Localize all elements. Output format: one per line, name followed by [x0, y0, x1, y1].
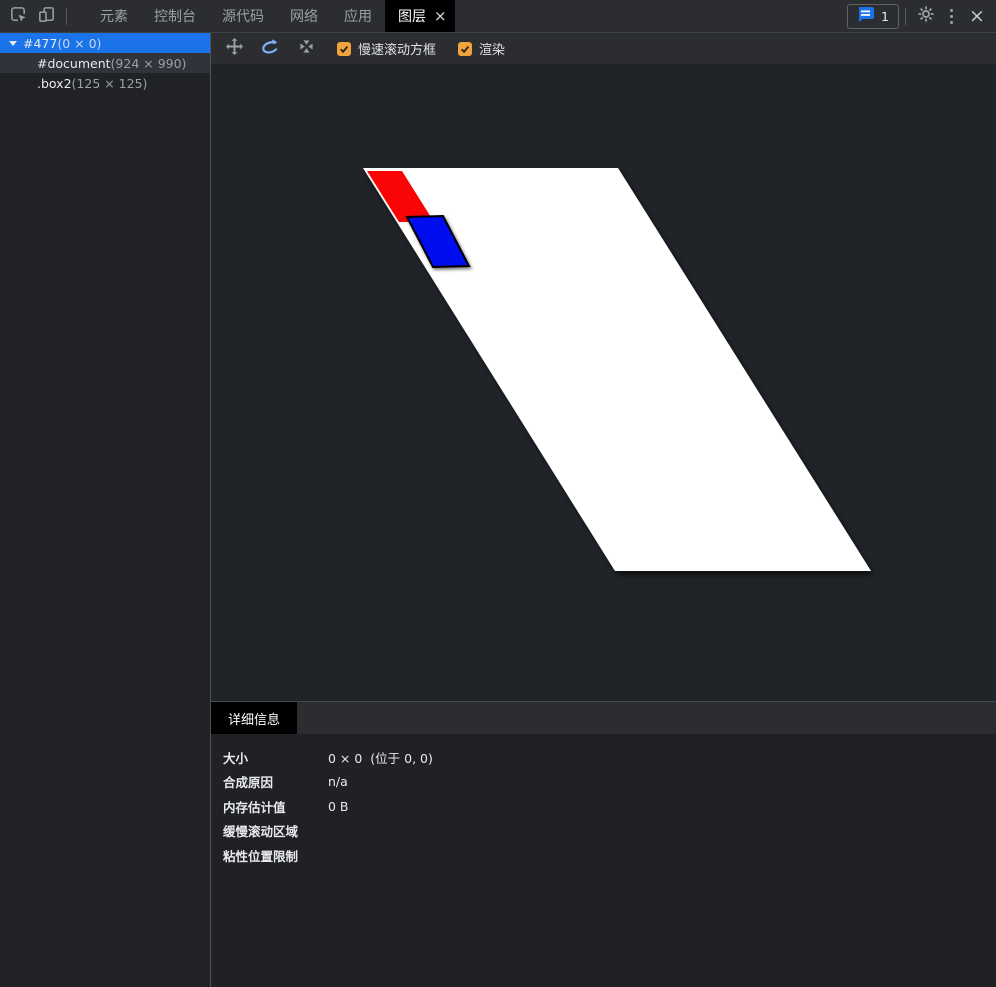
toolbar-divider-right — [905, 8, 906, 25]
device-toolbar-button[interactable] — [32, 3, 60, 29]
slow-scroll-rects-label: 慢速滚动方框 — [358, 39, 436, 58]
toolbar-divider — [66, 8, 67, 25]
slow-scroll-rects-toggle[interactable]: 慢速滚动方框 — [337, 39, 436, 58]
tab-application[interactable]: 应用 — [331, 0, 385, 32]
layers-tree-sidebar: #477(0 × 0) #document(924 × 990) .box2(1… — [0, 33, 211, 987]
layer-name: #document — [37, 56, 111, 71]
detail-label: 合成原因 — [223, 772, 328, 791]
issues-bubble-icon — [857, 7, 874, 26]
paints-label: 渲染 — [479, 39, 505, 58]
settings-button[interactable] — [912, 3, 940, 29]
layers-view-toolbar: 慢速滚动方框 渲染 — [211, 33, 996, 65]
panel-tabs: 元素 控制台 源代码 网络 应用 图层 × — [87, 0, 455, 32]
details-content: 大小 0 × 0 (位于 0, 0) 合成原因 n/a 内存估计值 0 B 缓慢… — [211, 734, 996, 868]
tab-layers[interactable]: 图层 × — [385, 0, 455, 32]
issues-counter-button[interactable]: 1 — [847, 4, 899, 29]
layer-tree-row-document[interactable]: #document(924 × 990) — [0, 53, 210, 73]
detail-value: n/a — [328, 774, 348, 789]
paints-toggle[interactable]: 渲染 — [458, 39, 505, 58]
tab-sources[interactable]: 源代码 — [209, 0, 277, 32]
tree-expand-caret-icon[interactable] — [9, 41, 17, 46]
detail-value: 0 × 0 (位于 0, 0) — [328, 748, 433, 767]
layer-dimensions: (0 × 0) — [57, 36, 101, 51]
details-tabstrip: 详细信息 — [211, 702, 996, 734]
tab-layers-label: 图层 — [398, 6, 426, 26]
close-devtools-button[interactable]: × — [962, 3, 992, 29]
layers-3d-canvas[interactable] — [211, 66, 996, 701]
inspect-element-button[interactable] — [4, 3, 32, 29]
devtools-window: 元素 控制台 源代码 网络 应用 图层 × 1 — [0, 0, 996, 987]
detail-label: 粘性位置限制 — [223, 846, 328, 865]
pan-move-icon — [225, 37, 244, 60]
detail-label: 内存估计值 — [223, 797, 328, 816]
layers-3d-scene — [211, 66, 996, 701]
rotate-3d-icon — [260, 37, 280, 61]
layer-name: .box2 — [37, 76, 72, 91]
gear-icon — [917, 5, 935, 27]
detail-row-compositing-reason: 合成原因 n/a — [223, 770, 996, 795]
layer-tree-row-box2[interactable]: .box2(125 × 125) — [0, 73, 210, 93]
layer-dimensions: (924 × 990) — [111, 56, 187, 71]
checkbox-checked-icon[interactable] — [458, 42, 472, 56]
tab-elements[interactable]: 元素 — [87, 0, 141, 32]
detail-row-memory-estimate: 内存估计值 0 B — [223, 794, 996, 819]
rotate-mode-button[interactable] — [257, 37, 283, 61]
issues-count: 1 — [881, 9, 889, 24]
reset-view-button[interactable] — [293, 37, 319, 61]
layer-tree-row-root[interactable]: #477(0 × 0) — [0, 33, 210, 53]
detail-row-slow-scroll-regions: 缓慢滚动区域 — [223, 819, 996, 844]
detail-row-size: 大小 0 × 0 (位于 0, 0) — [223, 745, 996, 770]
detail-value: 0 B — [328, 799, 349, 814]
detail-label: 大小 — [223, 748, 328, 767]
checkbox-checked-icon[interactable] — [337, 42, 351, 56]
more-options-button[interactable] — [940, 3, 962, 29]
layer-dimensions: (125 × 125) — [72, 76, 148, 91]
devtools-main-toolbar: 元素 控制台 源代码 网络 应用 图层 × 1 — [0, 0, 996, 33]
detail-row-sticky-constraints: 粘性位置限制 — [223, 843, 996, 868]
kebab-icon — [950, 15, 953, 18]
collapse-arrows-icon — [297, 37, 316, 60]
tab-layers-close-icon[interactable]: × — [434, 9, 447, 24]
device-toolbar-icon — [37, 5, 56, 28]
layers-main-pane: 慢速滚动方框 渲染 — [211, 33, 996, 987]
layer-name: #477 — [23, 36, 57, 51]
layer-details-panel: 详细信息 大小 0 × 0 (位于 0, 0) 合成原因 n/a 内存估计值 0… — [211, 701, 996, 987]
tab-network[interactable]: 网络 — [277, 0, 331, 32]
tab-console[interactable]: 控制台 — [141, 0, 209, 32]
tab-details[interactable]: 详细信息 — [211, 702, 297, 734]
inspect-cursor-icon — [9, 5, 28, 28]
pan-mode-button[interactable] — [221, 37, 247, 61]
detail-label: 缓慢滚动区域 — [223, 821, 328, 840]
